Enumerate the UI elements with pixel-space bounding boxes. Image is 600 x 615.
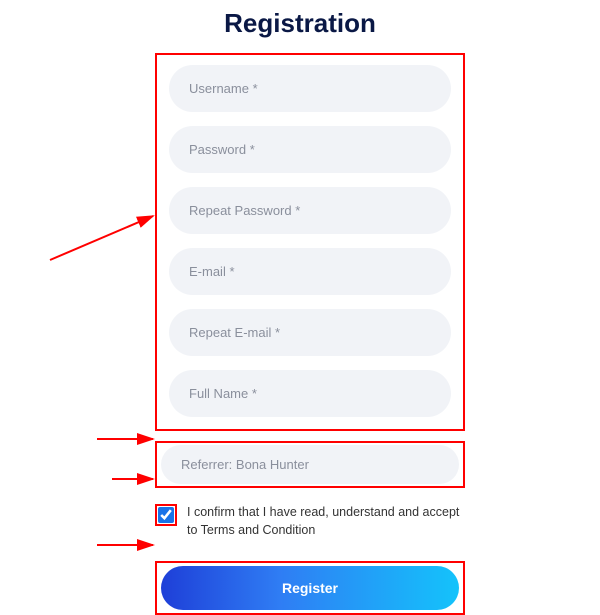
register-button-highlight: Register [155,561,465,615]
username-field[interactable] [169,65,451,112]
terms-checkbox[interactable] [158,507,174,523]
registration-container: Registration I confirm that I have read,… [0,0,600,615]
referrer-field[interactable] [161,445,459,484]
repeat-password-field[interactable] [169,187,451,234]
fields-group-highlight [155,53,465,431]
checkbox-highlight [155,504,177,526]
page-title: Registration [0,8,600,39]
password-field[interactable] [169,126,451,173]
referrer-highlight [155,441,465,488]
terms-row: I confirm that I have read, understand a… [155,504,465,539]
repeat-email-field[interactable] [169,309,451,356]
full-name-field[interactable] [169,370,451,417]
register-button[interactable]: Register [161,566,459,610]
terms-label: I confirm that I have read, understand a… [187,504,465,539]
email-field[interactable] [169,248,451,295]
